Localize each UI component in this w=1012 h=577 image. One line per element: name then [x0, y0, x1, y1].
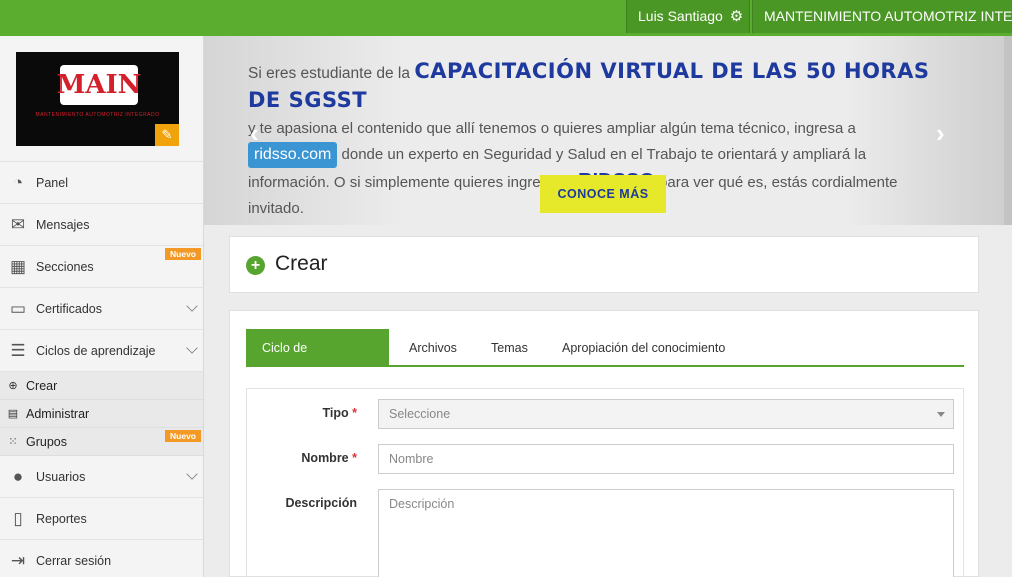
new-badge: Nuevo [165, 430, 201, 442]
sidebar: MAIN MANTENIMIENTO AUTOMOTRIZ INTEGRADO … [0, 36, 204, 577]
sidebar-item-certificados[interactable]: ▭ Certificados [0, 288, 203, 330]
sidebar-subitem-administrar[interactable]: ▤ Administrar [0, 400, 203, 428]
plus-circle-icon: ⊕ [8, 380, 18, 392]
sidebar-subitem-crear[interactable]: ⊕ Crear [0, 372, 203, 400]
sidebar-item-label: Mensajes [36, 217, 90, 232]
logo-brand: MAIN [56, 70, 142, 100]
chevron-down-icon [186, 300, 198, 312]
form-body: Tipo * Seleccione Nombre * Nombre Descri… [246, 388, 964, 577]
sidebar-subitem-grupos[interactable]: ⁙ Grupos Nuevo [0, 428, 203, 456]
sidebar-subitem-label: Grupos [26, 434, 67, 449]
logo-tagline: MANTENIMIENTO AUTOMOTRIZ INTEGRADO [35, 112, 160, 118]
grid-icon: ▦ [9, 256, 27, 276]
nombre-label-text: Nombre [301, 451, 349, 465]
sidebar-item-ciclos[interactable]: ☰ Ciclos de aprendizaje [0, 330, 203, 372]
server-icon: ☰ [10, 340, 26, 360]
tab-temas[interactable]: Temas [491, 329, 528, 367]
nombre-input[interactable]: Nombre [378, 444, 954, 474]
logo-area: MAIN MANTENIMIENTO AUTOMOTRIZ INTEGRADO … [0, 36, 203, 162]
tipo-label: Tipo * [247, 406, 357, 420]
conoce-mas-button[interactable]: CONOCE MÁS [540, 175, 666, 213]
tab-apropiacion-conocimiento[interactable]: Apropiación del conocimiento [562, 329, 725, 367]
banner-line1-pre: Si eres estudiante de la [248, 65, 410, 82]
tipo-select-value: Seleccione [389, 407, 451, 421]
sign-out-icon: ⇥ [10, 550, 26, 570]
gear-icon: ⚙ [729, 8, 744, 25]
sidebar-item-label: Usuarios [36, 469, 86, 484]
sidebar-item-usuarios[interactable]: ● Usuarios [0, 456, 203, 498]
sidebar-item-secciones[interactable]: ▦ Secciones Nuevo [0, 246, 203, 288]
tipo-label-text: Tipo [322, 406, 349, 420]
document-icon: ▯ [13, 508, 23, 528]
descripcion-textarea[interactable]: Descripción [378, 489, 954, 577]
sidebar-item-reportes[interactable]: ▯ Reportes [0, 498, 203, 540]
page-header: + Crear [229, 236, 979, 293]
top-bar: Luis Santiago ⚙ MANTENIMIENTO AUTOMOTRIZ… [0, 0, 1012, 36]
promo-banner: Si eres estudiante de la CAPACITACIÓN VI… [204, 36, 1004, 225]
sidebar-item-label: Cerrar sesión [36, 553, 112, 568]
tab-bar: Ciclo de aprendizaje Archivos Temas Apro… [246, 329, 964, 393]
sidebar-subitem-label: Administrar [26, 406, 90, 421]
ridsso-link[interactable]: ridsso.com [248, 142, 338, 168]
required-mark: * [352, 451, 357, 465]
user-icon: ● [12, 466, 24, 486]
user-menu[interactable]: Luis Santiago ⚙ [626, 0, 750, 33]
user-name: Luis Santiago [638, 8, 723, 24]
dashboard-icon: ◔ [12, 172, 24, 192]
sidebar-item-label: Reportes [36, 511, 87, 526]
tipo-select[interactable]: Seleccione [378, 399, 954, 429]
card-icon: ▭ [9, 298, 27, 318]
tab-ciclo-aprendizaje[interactable]: Ciclo de aprendizaje [246, 329, 389, 393]
nombre-placeholder: Nombre [389, 452, 434, 466]
sidebar-item-label: Certificados [36, 301, 102, 316]
sidebar-item-label: Secciones [36, 259, 94, 274]
envelope-icon: ✉ [10, 214, 26, 234]
nombre-label: Nombre * [247, 451, 357, 465]
caret-down-icon [937, 412, 945, 417]
sidebar-item-label: Panel [36, 175, 68, 190]
descripcion-placeholder: Descripción [389, 497, 455, 511]
sidebar-item-label: Ciclos de aprendizaje [36, 343, 156, 358]
scrollbar[interactable] [1004, 36, 1012, 225]
new-badge: Nuevo [165, 248, 201, 260]
sidebar-item-panel[interactable]: ◔ Panel [0, 162, 203, 204]
chevron-right-icon[interactable]: › [936, 118, 945, 149]
chevron-down-icon [186, 468, 198, 480]
tab-archivos[interactable]: Archivos [409, 329, 457, 367]
required-mark: * [352, 406, 357, 420]
chevron-left-icon[interactable]: ‹ [250, 118, 259, 149]
form-card: Ciclo de aprendizaje Archivos Temas Apro… [229, 310, 979, 577]
sidebar-subitem-label: Crear [26, 378, 58, 393]
banner-line2: y te apasiona el contenido que allí tene… [248, 120, 856, 137]
descripcion-label-text: Descripción [285, 496, 357, 510]
company-name[interactable]: MANTENIMIENTO AUTOMOTRIZ INTEGRADO [752, 0, 1012, 33]
logo-box: MAIN [57, 65, 141, 105]
banner-line4-post: para ver qué es, estás cordialmente [659, 174, 898, 191]
page-title: Crear [275, 252, 328, 275]
pencil-icon: ✎ [161, 127, 173, 142]
banner-line5: invitado. [248, 200, 304, 217]
grid-small-icon: ⁙ [8, 436, 18, 448]
banner-line3: donde un experto en Seguridad y Salud en… [341, 146, 867, 163]
plus-circle-icon: + [246, 256, 265, 275]
descripcion-label: Descripción [247, 496, 357, 510]
sidebar-item-cerrar-sesion[interactable]: ⇥ Cerrar sesión [0, 540, 203, 577]
company-logo: MAIN MANTENIMIENTO AUTOMOTRIZ INTEGRADO … [16, 52, 179, 146]
sidebar-item-mensajes[interactable]: ✉ Mensajes [0, 204, 203, 246]
list-icon: ▤ [7, 408, 19, 420]
edit-logo-button[interactable]: ✎ [155, 124, 179, 146]
chevron-down-icon [186, 342, 198, 354]
banner-line4-pre: información. O si simplemente quieres in… [248, 174, 574, 191]
